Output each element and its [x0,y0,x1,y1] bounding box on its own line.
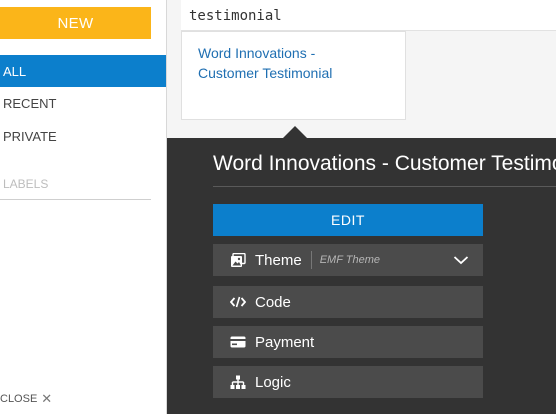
sidebar-item-all[interactable]: ALL [0,55,166,87]
sidebar-item-label: ALL [3,63,27,79]
chevron-down-icon[interactable] [453,253,469,270]
sidebar-item-label: RECENT [3,95,57,111]
sidebar-item-label: PRIVATE [3,128,57,144]
sidebar-item-private[interactable]: PRIVATE [0,120,166,152]
new-button[interactable]: NEW [0,7,151,39]
image-icon [229,252,247,268]
theme-value: EMF Theme [319,254,380,266]
result-card[interactable]: Word Innovations - Customer Testimonial [181,31,406,120]
result-title[interactable]: Word Innovations - Customer Testimonial [198,43,378,83]
labels-heading: LABELS [3,177,49,191]
payment-button[interactable]: Payment [213,326,483,358]
labels-divider [0,199,151,200]
search-input[interactable] [187,4,551,28]
code-icon [229,294,247,310]
theme-dropdown[interactable]: Theme EMF Theme [213,244,483,276]
payment-label: Payment [255,333,315,351]
search-bar [181,0,556,31]
selection-pointer [283,126,307,138]
close-icon: ✕ [41,391,53,406]
panel-title: Word Innovations - Customer Testimonial [213,152,556,175]
code-label: Code [255,293,291,311]
panel-divider [213,186,556,187]
app-root: NEW ALL RECENT PRIVATE LABELS CLOSE ✕ Wo… [0,0,556,414]
close-label: CLOSE [0,393,38,405]
theme-label: Theme [255,251,302,269]
close-button[interactable]: CLOSE ✕ [0,391,52,407]
credit-card-icon [229,334,247,350]
logic-button[interactable]: Logic [213,366,483,398]
code-button[interactable]: Code [213,286,483,318]
logic-label: Logic [255,373,291,391]
edit-button[interactable]: EDIT [213,204,483,236]
sitemap-icon [229,374,247,390]
theme-separator [310,251,312,269]
sidebar: NEW ALL RECENT PRIVATE LABELS CLOSE ✕ [0,0,167,414]
sidebar-item-recent[interactable]: RECENT [0,87,166,119]
